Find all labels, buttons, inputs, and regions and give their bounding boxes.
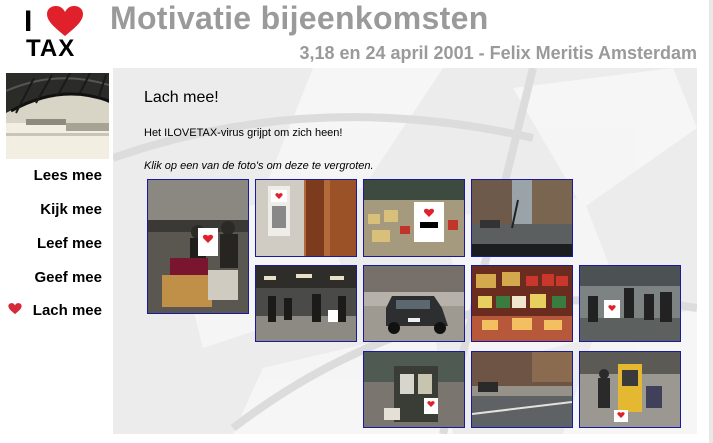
- page: I TAX Motivatie bijeenkomsten 3,18 en 24…: [0, 0, 713, 443]
- kiosk-photo: [364, 352, 464, 427]
- i-love-tax-logo[interactable]: I TAX: [6, 4, 106, 68]
- photo-thumbnail[interactable]: [147, 179, 249, 314]
- heart-icon: [8, 303, 22, 315]
- photo-thumbnail[interactable]: [471, 265, 573, 342]
- door-sticker-photo: [256, 180, 356, 256]
- luggage-cart-photo: [148, 180, 248, 313]
- content-instruction: Klik op een van de foto's om deze te ver…: [144, 160, 374, 172]
- nav-item-kijk-mee[interactable]: Kijk mee: [40, 201, 102, 218]
- page-edge: [709, 0, 713, 443]
- ticket-machine-photo: [580, 352, 680, 427]
- photo-thumbnail[interactable]: [363, 179, 465, 257]
- content-title: Lach mee!: [144, 89, 219, 106]
- heart-icon: [47, 6, 83, 36]
- station-hall-photo: [256, 266, 356, 341]
- nav-item-lach-mee[interactable]: Lach mee: [33, 302, 102, 319]
- parked-car-photo: [364, 266, 464, 341]
- shop-display-photo: [364, 180, 464, 256]
- street-corner-photo: [472, 352, 572, 427]
- photo-thumbnail[interactable]: [471, 179, 573, 257]
- photo-thumbnail[interactable]: [579, 351, 681, 428]
- page-subtitle: 3,18 en 24 april 2001 - Felix Meritis Am…: [299, 43, 697, 63]
- logo-letter: I: [24, 5, 33, 38]
- photo-thumbnail[interactable]: [363, 351, 465, 428]
- page-title: Motivatie bijeenkomsten: [110, 0, 489, 36]
- station-platform-photo: [580, 266, 680, 341]
- photo-thumbnail[interactable]: [255, 179, 357, 257]
- logo-word: TAX: [26, 35, 76, 62]
- photo-thumbnail[interactable]: [471, 351, 573, 428]
- nav-item-geef-mee[interactable]: Geef mee: [34, 269, 102, 286]
- street-from-car-photo: [472, 180, 572, 256]
- photo-thumbnail[interactable]: [255, 265, 357, 342]
- sidebar-photo: [6, 73, 109, 159]
- content-text: Het ILOVETAX-virus grijpt om zich heen!: [144, 127, 343, 139]
- nav-item-leef-mee[interactable]: Leef mee: [37, 235, 102, 252]
- station-roof-image: [6, 73, 109, 159]
- photo-thumbnail[interactable]: [579, 265, 681, 342]
- content-panel: Lach mee! Het ILOVETAX-virus grijpt om z…: [113, 68, 697, 434]
- nav-item-lees-mee[interactable]: Lees mee: [34, 167, 102, 184]
- shop-window-photo: [472, 266, 572, 341]
- photo-thumbnail[interactable]: [363, 265, 465, 342]
